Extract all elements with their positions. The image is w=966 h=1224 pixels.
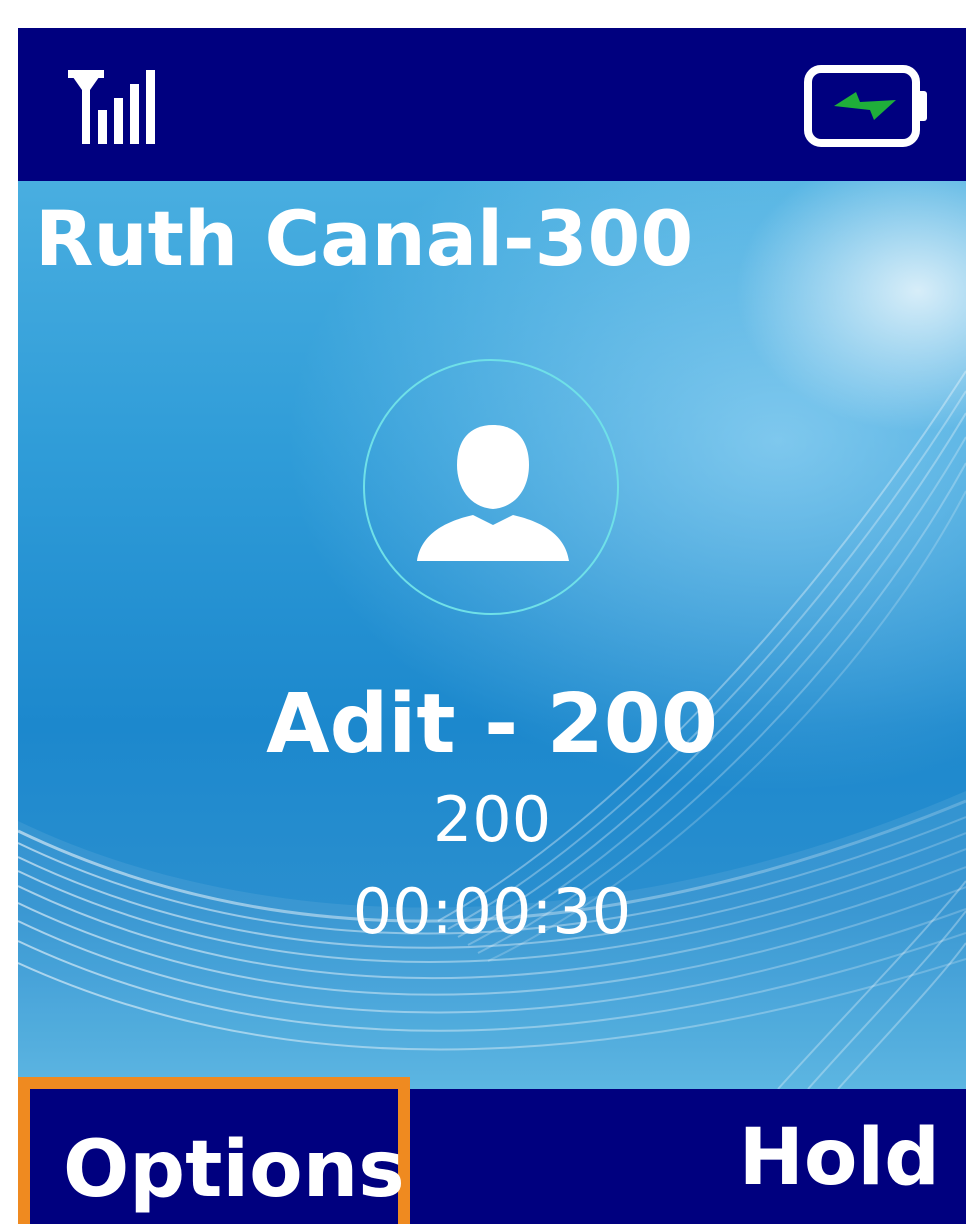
device-name: Ruth Canal-300 [35,194,694,283]
contact-avatar-icon [417,425,569,561]
call-screen: Ruth Canal-300 Adit - 200 200 00:00:30 [18,181,966,1089]
call-duration: 00:00:30 [352,875,632,948]
options-softkey[interactable]: Options [18,1077,410,1224]
hold-softkey[interactable]: Hold [739,1119,940,1197]
softkey-bar: Options Hold [18,1077,966,1224]
status-bar [18,28,966,181]
contact-avatar [363,359,619,615]
background-swoosh [18,370,966,1089]
signal-strength-icon [68,70,155,144]
phone-screen: Ruth Canal-300 Adit - 200 200 00:00:30 O… [18,28,966,1224]
battery-charging-icon [804,65,927,147]
caller-number: 200 [432,783,552,856]
caller-name: Adit - 200 [266,677,718,772]
